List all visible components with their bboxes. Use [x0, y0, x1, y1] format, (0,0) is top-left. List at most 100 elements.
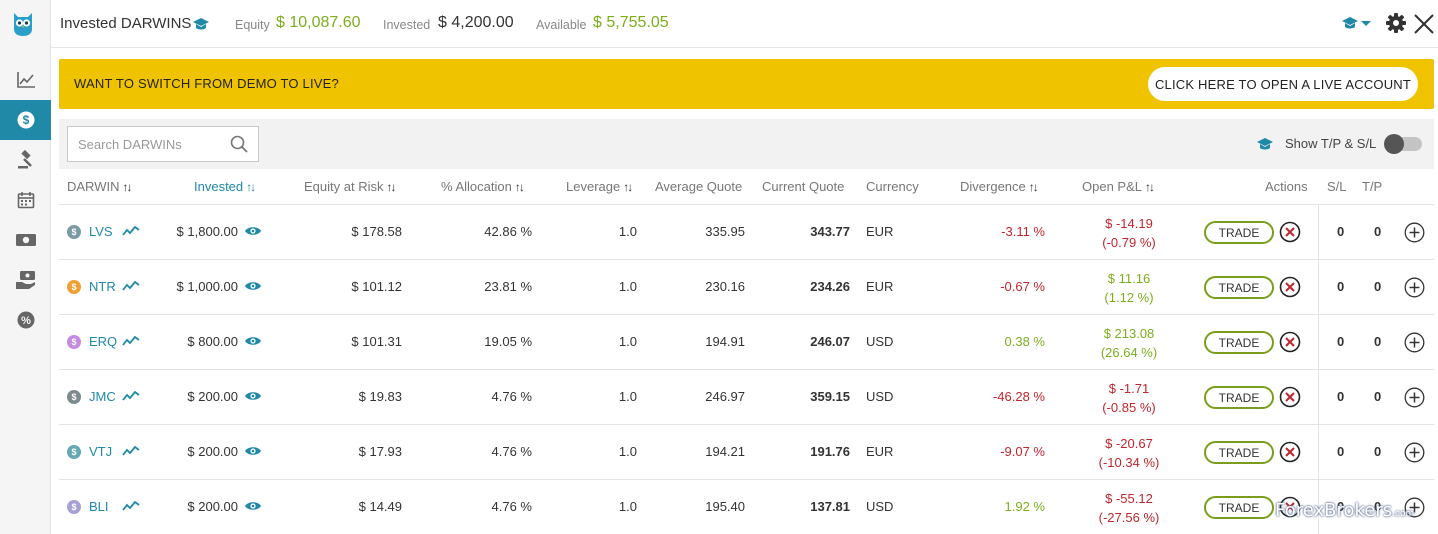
top-header: Invested DARWINS Equity $ 10,087.60 Inve…	[51, 0, 1438, 48]
open-pnl-amount: $ 11.16	[1107, 271, 1151, 286]
sidebar-item-calendar[interactable]	[0, 180, 51, 220]
table-row: $ JMC $ 200.00 $ 19.83 4.76 % 1.0 246.97…	[59, 370, 1434, 425]
sl-cell: 0	[1337, 444, 1345, 459]
eye-icon[interactable]	[244, 335, 262, 347]
col-open-pnl[interactable]: Open P&L ↑↓	[1082, 179, 1155, 194]
eye-icon[interactable]	[244, 280, 262, 292]
col-current-quote: Current Quote	[762, 179, 845, 194]
open-pnl-cell: $ 11.16 (1.12 %)	[1094, 269, 1164, 307]
open-pnl-percent: (26.64 %)	[1100, 345, 1158, 360]
sort-icon: ↑↓	[623, 180, 633, 194]
add-icon[interactable]	[1404, 387, 1425, 408]
sidebar-item-invested[interactable]: $	[0, 100, 51, 140]
allocation-cell: 4.76 %	[491, 499, 532, 514]
owl-logo-icon[interactable]	[11, 11, 35, 37]
page-title: Invested DARWINS	[60, 15, 192, 32]
search-icon[interactable]	[230, 135, 248, 153]
invested-cell: $ 200.00	[187, 499, 238, 514]
svg-text:%: %	[21, 315, 31, 327]
average-quote-cell: 194.21	[705, 444, 745, 459]
divergence-cell: -3.11 %	[1001, 224, 1045, 239]
current-quote-cell: 246.07	[810, 334, 850, 349]
add-icon[interactable]	[1404, 442, 1425, 463]
trade-button[interactable]: TRADE	[1204, 276, 1274, 299]
eye-icon[interactable]	[244, 445, 262, 457]
sidebar-item-fees[interactable]: %	[0, 300, 51, 340]
darwin-name-link[interactable]: NTR	[89, 279, 116, 294]
open-pnl-percent: (-10.34 %)	[1098, 455, 1160, 470]
eye-icon[interactable]	[244, 225, 262, 237]
darwin-name-link[interactable]: ERQ	[89, 334, 117, 349]
academy-cap-icon[interactable]	[193, 17, 209, 31]
gear-icon[interactable]	[1386, 13, 1406, 33]
darwin-name-link[interactable]: BLI	[89, 499, 109, 514]
close-position-icon[interactable]	[1279, 331, 1301, 353]
leverage-cell: 1.0	[618, 334, 637, 349]
show-tpsl-toggle[interactable]	[1384, 134, 1422, 154]
trade-button[interactable]: TRADE	[1204, 221, 1274, 244]
currency-cell: USD	[866, 389, 894, 404]
invested-label: Invested	[383, 18, 431, 32]
col-leverage[interactable]: Leverage ↑↓	[566, 179, 633, 194]
sidebar-item-auctions[interactable]	[0, 140, 51, 180]
academy-menu[interactable]	[1342, 16, 1372, 35]
trend-chart-icon[interactable]	[122, 335, 140, 346]
close-position-icon[interactable]	[1279, 221, 1301, 243]
leverage-cell: 1.0	[618, 279, 637, 294]
col-divergence[interactable]: Divergence ↑↓	[960, 179, 1039, 194]
trend-chart-icon[interactable]	[122, 500, 140, 511]
sidebar-item-charts[interactable]	[0, 60, 51, 100]
average-quote-cell: 246.97	[705, 389, 745, 404]
close-position-icon[interactable]	[1279, 441, 1301, 463]
trade-button[interactable]: TRADE	[1204, 386, 1274, 409]
eye-icon[interactable]	[244, 500, 262, 512]
open-pnl-amount: $ -55.12	[1105, 491, 1153, 506]
trade-button[interactable]: TRADE	[1204, 331, 1274, 354]
divergence-cell: 1.92 %	[1004, 499, 1045, 514]
search-input[interactable]	[68, 127, 218, 161]
trade-button[interactable]: TRADE	[1204, 496, 1274, 519]
col-invested[interactable]: Invested ↑↓	[194, 179, 256, 194]
trend-chart-icon[interactable]	[122, 445, 140, 456]
divergence-cell: -9.07 %	[1000, 444, 1045, 459]
darwin-coin-icon: $	[67, 445, 81, 459]
equity-at-risk-cell: $ 17.93	[358, 444, 402, 459]
allocation-cell: 19.05 %	[484, 334, 532, 349]
darwin-name-link[interactable]: LVS	[89, 224, 113, 239]
darwin-name-link[interactable]: JMC	[89, 389, 116, 404]
equity-at-risk-cell: $ 19.83	[358, 389, 402, 404]
invested-cell: $ 200.00	[187, 389, 238, 404]
eye-icon[interactable]	[244, 390, 262, 402]
add-icon[interactable]	[1404, 332, 1425, 353]
add-icon[interactable]	[1404, 277, 1425, 298]
sidebar-item-payments[interactable]	[0, 260, 51, 300]
col-allocation-label: % Allocation	[441, 179, 512, 194]
leverage-cell: 1.0	[618, 499, 637, 514]
allocation-cell: 4.76 %	[491, 389, 532, 404]
close-icon[interactable]	[1413, 13, 1435, 35]
sort-icon: ↑↓	[122, 180, 132, 194]
open-pnl-cell: $ -1.71 (-0.85 %)	[1094, 379, 1164, 417]
forexbrokers-watermark: ForexBrokers.com	[1275, 500, 1414, 521]
trend-chart-icon[interactable]	[122, 225, 140, 236]
add-icon[interactable]	[1404, 222, 1425, 243]
col-allocation[interactable]: % Allocation ↑↓	[441, 179, 525, 194]
col-darwin-label: DARWIN	[67, 179, 120, 194]
demo-to-live-banner: WANT TO SWITCH FROM DEMO TO LIVE? CLICK …	[59, 59, 1434, 109]
current-quote-cell: 137.81	[810, 499, 850, 514]
search-box	[67, 126, 259, 162]
close-position-icon[interactable]	[1279, 276, 1301, 298]
col-darwin[interactable]: DARWIN ↑↓	[67, 179, 132, 194]
academy-cap-icon[interactable]	[1257, 137, 1273, 151]
currency-cell: EUR	[866, 279, 894, 294]
open-live-account-button[interactable]: CLICK HERE TO OPEN A LIVE ACCOUNT	[1148, 67, 1418, 101]
sidebar-item-money[interactable]	[0, 220, 51, 260]
tp-cell: 0	[1374, 224, 1382, 239]
col-equity-at-risk[interactable]: Equity at Risk ↑↓	[304, 179, 396, 194]
trade-button[interactable]: TRADE	[1204, 441, 1274, 464]
close-position-icon[interactable]	[1279, 386, 1301, 408]
trend-chart-icon[interactable]	[122, 390, 140, 401]
trend-chart-icon[interactable]	[122, 280, 140, 291]
banknote-icon	[15, 234, 36, 246]
darwin-name-link[interactable]: VTJ	[89, 444, 112, 459]
